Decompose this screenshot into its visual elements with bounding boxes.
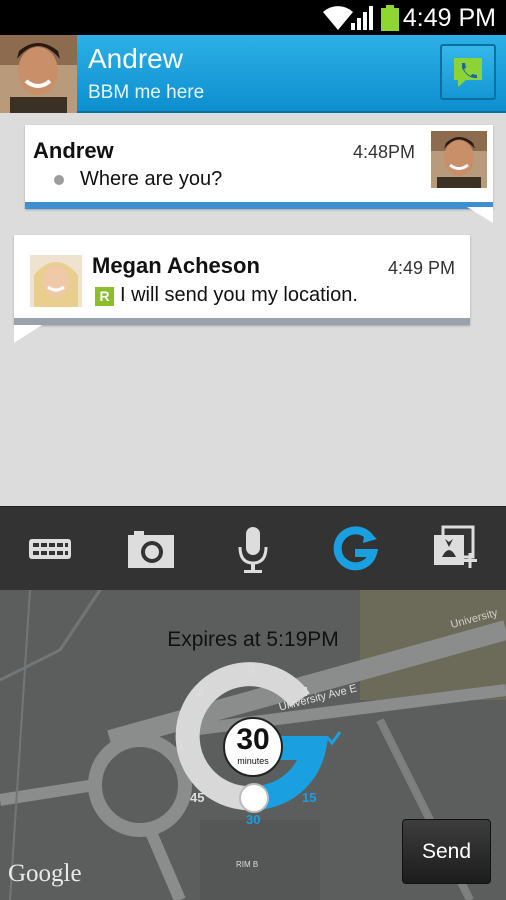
location-share-icon (333, 526, 379, 571)
dial-center: 30 minutes (223, 717, 283, 777)
dial-tick-label: 3 (248, 661, 256, 676)
add-picture-button[interactable] (427, 525, 487, 573)
dial-tick-label: 1 (177, 737, 185, 752)
bubble-tail (467, 207, 493, 223)
keyboard-button[interactable] (19, 525, 79, 573)
read-receipt-icon: R (95, 287, 114, 306)
sender-avatar (431, 131, 487, 188)
message-bubble-sent[interactable]: Megan Acheson 4:49 PM R I will send you … (14, 235, 470, 343)
keyboard-icon (29, 539, 71, 559)
dial-value: 30 (236, 723, 270, 756)
dial-unit: minutes (237, 756, 269, 766)
clock: 4:49 PM (402, 4, 496, 32)
message-time: 4:48PM (353, 142, 416, 162)
location-map[interactable]: University University Ave E RIM B Expire… (0, 590, 506, 900)
voice-note-button[interactable] (223, 525, 283, 573)
message-sender: Megan Acheson (92, 253, 260, 278)
bubble-accent-bar (14, 318, 470, 325)
share-location-button[interactable] (325, 525, 385, 573)
microphone-icon (238, 527, 268, 573)
sender-avatar (30, 255, 82, 307)
building-label: RIM B (236, 860, 259, 869)
delivered-dot-icon (54, 175, 64, 185)
chat-area[interactable]: Andrew 4:48PM Where are you? Megan Aches… (0, 113, 506, 506)
send-button[interactable]: Send (402, 819, 491, 884)
signal-icon (351, 6, 373, 30)
bubble-accent-bar (25, 202, 493, 209)
message-sender: Andrew (33, 138, 114, 163)
battery-icon (381, 5, 399, 31)
message-text: Where are you? (80, 168, 223, 190)
bubble-tail (14, 325, 42, 343)
add-photo-icon (434, 525, 477, 568)
phone-chat-icon (454, 58, 482, 87)
message-text: I will send you my location. (120, 284, 358, 306)
message-bubble-received[interactable]: Andrew 4:48PM Where are you? (25, 125, 493, 223)
dial-tick-label-selected: 30 (246, 812, 261, 827)
google-logo: Google (8, 860, 82, 887)
dial-tick-label: 4 (301, 684, 309, 699)
attachment-toolbar (0, 506, 506, 590)
dial-tick-label: 15 (302, 790, 317, 805)
contact-status: BBM me here (88, 82, 205, 103)
expiry-label: Expires at 5:19PM (167, 628, 339, 651)
camera-icon (128, 531, 174, 568)
dial-tick-label: 45 (190, 790, 205, 805)
contact-name: Andrew (88, 43, 183, 74)
message-time: 4:49 PM (388, 258, 456, 278)
voice-chat-button[interactable] (440, 44, 496, 100)
status-bar: 4:49 PM (0, 0, 506, 35)
chat-header[interactable]: Andrew BBM me here (0, 35, 506, 113)
dial-tick-label: 2 (197, 684, 205, 699)
contact-avatar[interactable] (0, 35, 77, 113)
camera-button[interactable] (121, 525, 181, 573)
